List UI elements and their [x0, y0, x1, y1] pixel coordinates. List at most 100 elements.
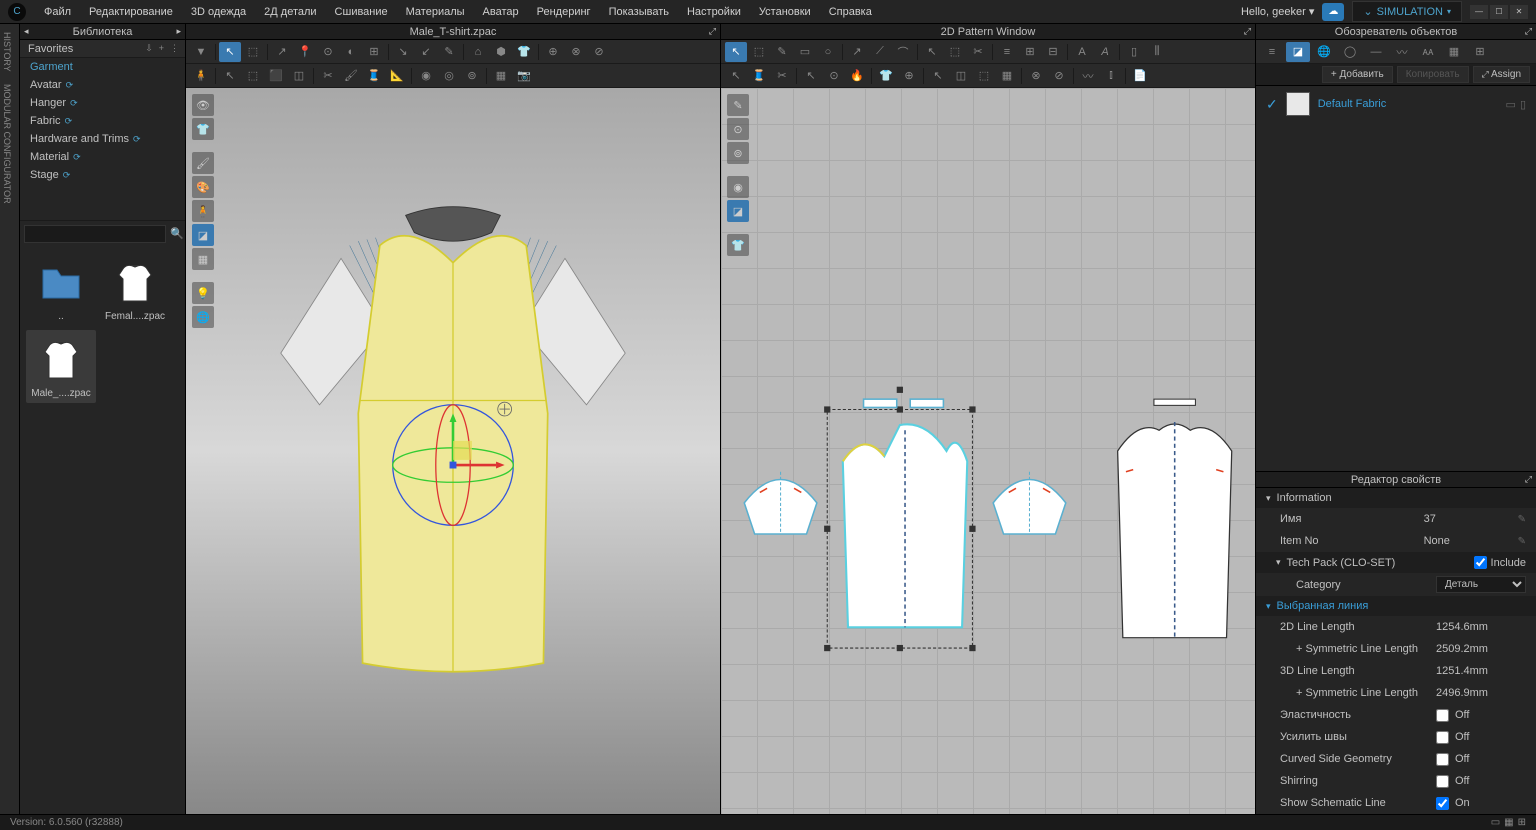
- edit-icon[interactable]: ✎: [1518, 536, 1526, 547]
- thumbnail-item[interactable]: ..: [26, 253, 96, 326]
- category-select[interactable]: Деталь: [1436, 576, 1526, 593]
- tool2d2-h-icon[interactable]: ⊕: [898, 66, 920, 86]
- tool2d-k-icon[interactable]: ≡: [996, 42, 1018, 62]
- tool2d-d-icon[interactable]: ○: [817, 42, 839, 62]
- canvas-3d[interactable]: 👁 👕 🖌 🎨 🧍 ◪ ▦ 💡 🌐: [186, 88, 720, 814]
- close-button[interactable]: ✕: [1510, 5, 1528, 19]
- refresh-icon[interactable]: ⟳: [63, 170, 71, 181]
- tool2d2-p-icon[interactable]: ⫾: [1100, 66, 1122, 86]
- tool-e-icon[interactable]: ⬢: [490, 42, 512, 62]
- tab-scene-icon[interactable]: ≡: [1260, 42, 1284, 62]
- tool2d-q-icon[interactable]: ⫼: [1146, 42, 1168, 62]
- tool2d2-o-icon[interactable]: 〰: [1077, 66, 1099, 86]
- library-item-hardware-and-trims[interactable]: Hardware and Trims ⟳: [20, 130, 185, 148]
- fabric-opt1-icon[interactable]: ▭: [1506, 98, 1516, 111]
- tool2d2-a-icon[interactable]: ↖: [725, 66, 747, 86]
- refresh-icon[interactable]: ⟳: [73, 152, 81, 163]
- tool2d2-q-icon[interactable]: 📄: [1129, 66, 1151, 86]
- menu-help[interactable]: Справка: [821, 3, 880, 21]
- thumbnail-item[interactable]: Male_....zpac: [26, 330, 96, 403]
- side-surface-icon[interactable]: ◪: [192, 224, 214, 246]
- tool2d2-k-icon[interactable]: ⬚: [973, 66, 995, 86]
- tool2d2-j-icon[interactable]: ◫: [950, 66, 972, 86]
- menu-install[interactable]: Установки: [751, 3, 819, 21]
- schematic-checkbox[interactable]: [1436, 797, 1449, 810]
- maximize-button[interactable]: ☐: [1490, 5, 1508, 19]
- tool2d2-i-icon[interactable]: ↖: [927, 66, 949, 86]
- menu-render[interactable]: Рендеринг: [529, 3, 599, 21]
- tool2d-m-icon[interactable]: ⊟: [1042, 42, 1064, 62]
- side-brush-icon[interactable]: 🖌: [192, 152, 214, 174]
- tool2d-f-icon[interactable]: ⟋: [869, 42, 891, 62]
- fabric-opt2-icon[interactable]: ▯: [1520, 98, 1526, 111]
- tool-h-icon[interactable]: ⊗: [565, 42, 587, 62]
- cloud-button[interactable]: ☁: [1322, 3, 1344, 21]
- tab-text-icon[interactable]: ᴀᴀ: [1416, 42, 1440, 62]
- tool2d2-b-icon[interactable]: 🧵: [748, 66, 770, 86]
- tool2d-g-icon[interactable]: ⌒: [892, 42, 914, 62]
- tool2-l-icon[interactable]: ▦: [490, 66, 512, 86]
- canvas-2d[interactable]: ✎ ⊙ ⊚ ◉ ◪ 👕: [721, 88, 1255, 814]
- add-icon[interactable]: +: [159, 43, 164, 54]
- tool2d-p-icon[interactable]: ▯: [1123, 42, 1145, 62]
- library-item-stage[interactable]: Stage ⟳: [20, 166, 185, 184]
- library-item-material[interactable]: Material ⟳: [20, 148, 185, 166]
- tool-sim-icon[interactable]: ▼: [190, 42, 212, 62]
- tool2-c-icon[interactable]: ⬛: [265, 66, 287, 86]
- tab-stitch-icon[interactable]: —: [1364, 42, 1388, 62]
- tool2d-select-icon[interactable]: ↖: [725, 42, 747, 62]
- tool-g-icon[interactable]: ⊕: [542, 42, 564, 62]
- status-icon-1[interactable]: ▭: [1491, 817, 1500, 828]
- tab-globe-icon[interactable]: 🌐: [1312, 42, 1336, 62]
- shirring-checkbox[interactable]: [1436, 775, 1449, 788]
- refresh-icon[interactable]: ⟳: [133, 134, 141, 145]
- tool2d-i-icon[interactable]: ⬚: [944, 42, 966, 62]
- side-paint-icon[interactable]: 🎨: [192, 176, 214, 198]
- refresh-icon[interactable]: ⟳: [70, 98, 78, 109]
- tool2d-a-icon[interactable]: ⬚: [748, 42, 770, 62]
- status-icon-3[interactable]: ⊞: [1518, 817, 1526, 828]
- tool2d2-m-icon[interactable]: ⊗: [1025, 66, 1047, 86]
- tool2-j-icon[interactable]: ◎: [438, 66, 460, 86]
- tool-d-icon[interactable]: ⌂: [467, 42, 489, 62]
- tab-grade-icon[interactable]: ▦: [1442, 42, 1466, 62]
- refresh-icon[interactable]: ⟳: [66, 80, 74, 91]
- tool-b-icon[interactable]: ↙: [415, 42, 437, 62]
- side-shirt-icon[interactable]: 👕: [192, 118, 214, 140]
- side-avatar-icon[interactable]: 🧍: [192, 200, 214, 222]
- assign-button[interactable]: ⤢ Assign: [1473, 66, 1530, 83]
- tool2d-b-icon[interactable]: ✎: [771, 42, 793, 62]
- tool-select-mesh-icon[interactable]: ⬚: [242, 42, 264, 62]
- add-button[interactable]: + Добавить: [1322, 66, 1393, 83]
- techpack-header[interactable]: ▾Tech Pack (CLO-SET) Include: [1256, 552, 1536, 573]
- tool-i-icon[interactable]: ⊘: [588, 42, 610, 62]
- download-icon[interactable]: ⇩: [145, 43, 153, 54]
- edit-icon[interactable]: ✎: [1518, 514, 1526, 525]
- tool2d2-c-icon[interactable]: ✂: [771, 66, 793, 86]
- tool-tack-icon[interactable]: ⊙: [317, 42, 339, 62]
- tool2d2-n-icon[interactable]: ⊘: [1048, 66, 1070, 86]
- fabric-list-item[interactable]: ✓ Default Fabric ▭ ▯: [1256, 86, 1536, 122]
- menu-sewing[interactable]: Сшивание: [327, 3, 396, 21]
- menu-materials[interactable]: Материалы: [398, 3, 473, 21]
- tool2-k-icon[interactable]: ⊚: [461, 66, 483, 86]
- tool2d2-l-icon[interactable]: ▦: [996, 66, 1018, 86]
- menu-2d-pattern[interactable]: 2Д детали: [256, 3, 324, 21]
- tool2-d-icon[interactable]: ◫: [288, 66, 310, 86]
- tool2d2-g-icon[interactable]: 👕: [875, 66, 897, 86]
- tool2d2-d-icon[interactable]: ↖: [800, 66, 822, 86]
- menu-file[interactable]: Файл: [36, 3, 79, 21]
- tab-more-icon[interactable]: ⊞: [1468, 42, 1492, 62]
- library-item-garment[interactable]: Garment: [20, 58, 185, 76]
- menu-edit[interactable]: Редактирование: [81, 3, 181, 21]
- library-item-fabric[interactable]: Fabric ⟳: [20, 112, 185, 130]
- tool2d-h-icon[interactable]: ↖: [921, 42, 943, 62]
- selected-line-header[interactable]: ▾Выбранная линия: [1256, 596, 1536, 616]
- library-item-hanger[interactable]: Hanger ⟳: [20, 94, 185, 112]
- tab-button-icon[interactable]: ◯: [1338, 42, 1362, 62]
- tool2-avatar-icon[interactable]: 🧍: [190, 66, 212, 86]
- tool2d2-f-icon[interactable]: 🔥: [846, 66, 868, 86]
- menu-settings[interactable]: Настройки: [679, 3, 749, 21]
- side-globe-icon[interactable]: 🌐: [192, 306, 214, 328]
- info-section-header[interactable]: ▾Information: [1256, 488, 1536, 508]
